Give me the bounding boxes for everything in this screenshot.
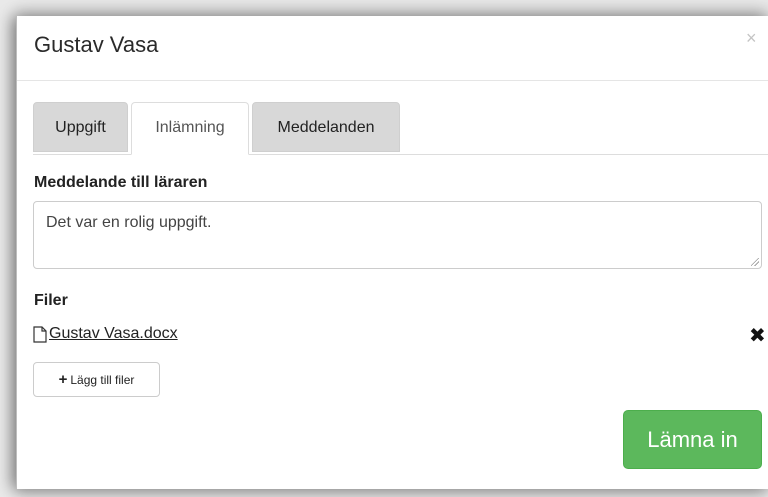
tab-inlamning[interactable]: Inlämning	[131, 102, 249, 155]
file-icon	[33, 326, 49, 344]
plus-icon: +	[58, 371, 68, 388]
submit-button[interactable]: Lämna in	[623, 410, 762, 469]
tab-uppgift[interactable]: Uppgift	[33, 102, 128, 152]
remove-file-icon[interactable]: ✖	[749, 323, 766, 348]
resize-handle-icon[interactable]	[751, 258, 759, 266]
modal-header: Gustav Vasa ×	[17, 16, 768, 81]
file-link[interactable]: Gustav Vasa.docx	[49, 325, 178, 343]
file-row: Gustav Vasa.docx ✖	[33, 323, 766, 348]
modal-title: Gustav Vasa	[34, 32, 159, 57]
close-icon[interactable]: ×	[746, 28, 757, 49]
submission-modal: Gustav Vasa × Uppgift Inlämning Meddelan…	[16, 16, 768, 489]
files-label: Filer	[34, 292, 68, 309]
tab-bar: Uppgift Inlämning Meddelanden	[33, 100, 768, 155]
tab-meddelanden[interactable]: Meddelanden	[252, 102, 400, 152]
add-files-button[interactable]: + Lägg till filer	[33, 362, 160, 397]
add-files-label: Lägg till filer	[70, 373, 135, 387]
message-text: Det var en rolig uppgift.	[46, 214, 212, 231]
message-label: Meddelande till läraren	[34, 174, 208, 191]
message-textarea[interactable]: Det var en rolig uppgift.	[33, 201, 762, 269]
